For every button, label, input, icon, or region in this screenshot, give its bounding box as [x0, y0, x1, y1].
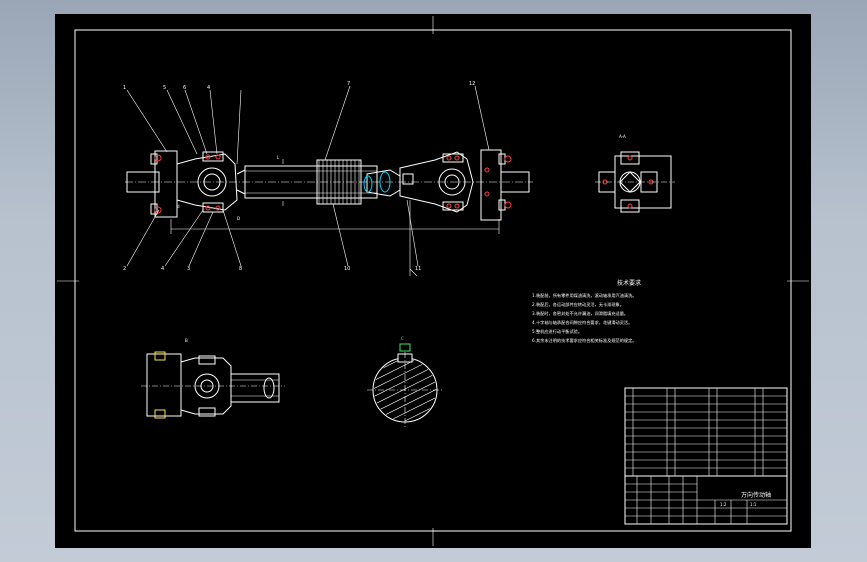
- inner-frame: [74, 29, 792, 532]
- title-block: 万向传动轴 1:2 1:1: [624, 387, 788, 525]
- tech-note: 2.装配后，各运动部件应转动灵活，无卡滞现象。: [532, 301, 624, 308]
- cad-drawing: 1 5 6 4 7 12 2 4 3 8 10 11 L d D A-A B C…: [57, 16, 809, 546]
- balloon-leaders: [126, 85, 490, 267]
- section-view-a-a: A-A: [595, 134, 675, 213]
- tech-note: 3.装配时，各密封处不允许漏油，润滑脂填充适量。: [532, 310, 628, 317]
- dimension-label: d: [177, 204, 180, 209]
- tech-note: 6.其余未注明的技术要求应符合相关标准及规范的规定。: [532, 337, 637, 344]
- balloon-label: 1: [123, 85, 126, 91]
- drawing-sheet: 1 5 6 4 7 12 2 4 3 8 10 11 L d D A-A B C…: [55, 14, 811, 548]
- balloon-label: 11: [415, 266, 421, 272]
- drawing-name: 万向传动轴: [741, 491, 771, 499]
- balloon-label: 7: [347, 81, 350, 87]
- balloon-label: 5: [163, 85, 166, 91]
- tech-note: 5.整机应进行动平衡试验。: [532, 328, 582, 335]
- detail-view-b: B: [141, 338, 285, 419]
- balloon-label: 12: [469, 81, 475, 87]
- view-label: C: [401, 336, 404, 341]
- balloon-label: 4: [161, 266, 164, 272]
- drawing-sheet: 1:1: [750, 502, 757, 507]
- dimension-label: D: [237, 216, 240, 221]
- view-label: A-A: [619, 134, 626, 139]
- dimension-label: L: [277, 155, 280, 160]
- balloon-label: 10: [344, 266, 350, 272]
- section-view-c: C: [367, 336, 443, 428]
- balloon-label: 2: [123, 266, 126, 272]
- technical-requirements: 技术要求 1.装配前，所有零件用煤油清洗，滚动轴承用汽油清洗。 2.装配后，各运…: [532, 279, 641, 344]
- tech-note: 1.装配前，所有零件用煤油清洗，滚动轴承用汽油清洗。: [532, 292, 637, 299]
- drawing-scale: 1:2: [720, 502, 727, 507]
- balloon-label: 6: [183, 85, 186, 91]
- tech-notes-title: 技术要求: [617, 279, 641, 287]
- main-assembly-view: [125, 149, 533, 277]
- balloon-label: 3: [187, 266, 190, 272]
- part-balloons: 1 5 6 4 7 12 2 4 3 8 10 11 L d D: [123, 81, 475, 272]
- view-label: B: [185, 338, 188, 343]
- tech-note: 4.十字轴与轴承配合间隙应符合要求，花键滑动灵活。: [532, 319, 632, 326]
- balloon-label: 8: [239, 266, 242, 272]
- balloon-label: 4: [207, 85, 210, 91]
